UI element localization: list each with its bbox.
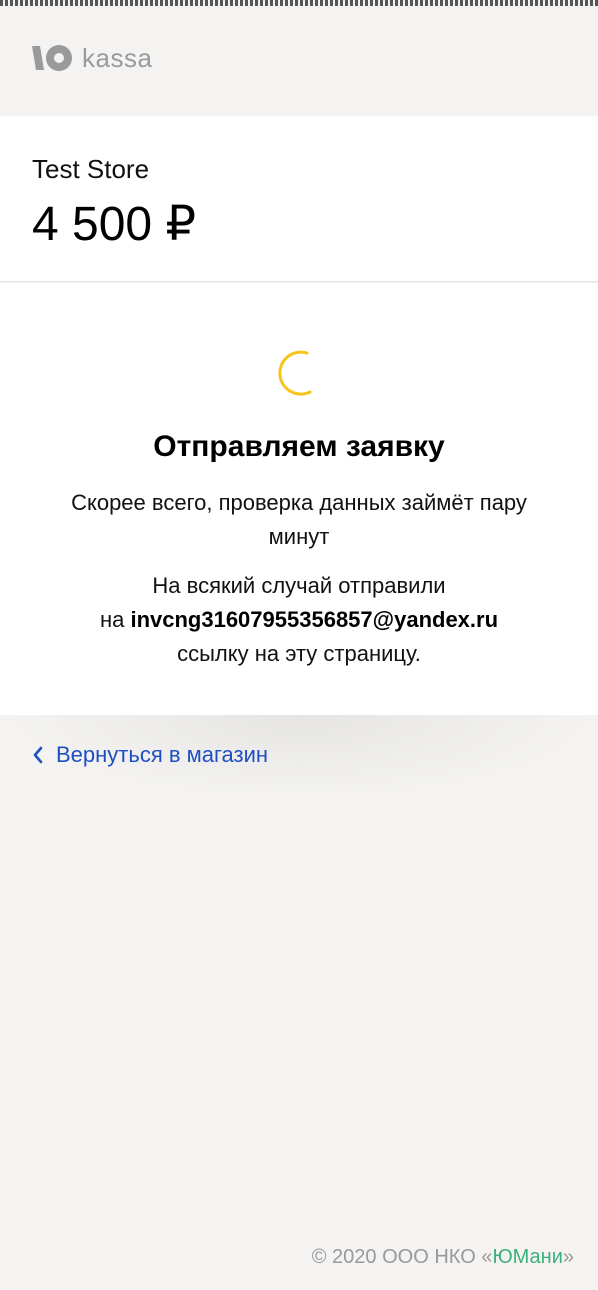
email-notice-line-1: На всякий случай отправили (152, 573, 446, 598)
footer-copyright: © 2020 ООО НКО «ЮМани» (312, 1246, 574, 1269)
logo: kassa (32, 42, 152, 74)
store-name: Test Store (32, 154, 150, 184)
back-to-store-label: Вернуться в магазин (56, 742, 269, 767)
email-notice-line-3: ссылку на эту страницу. (177, 641, 421, 666)
logo-text: kassa (82, 42, 153, 73)
payment-amount: 4 500 ₽ (32, 198, 196, 251)
panel-shadow (0, 715, 598, 835)
header: kassa (0, 6, 598, 116)
footer-brand-link[interactable]: ЮМани (492, 1246, 562, 1268)
email-notice: На всякий случай отправили на invcng3160… (40, 569, 558, 671)
email-address: invcng31607955356857@yandex.ru (130, 607, 499, 632)
footer-suffix: » (562, 1246, 574, 1268)
email-notice-line-2: на invcng31607955356857@yandex.ru (40, 603, 558, 637)
email-prefix: на (99, 607, 131, 632)
loading-spinner-icon (278, 350, 312, 396)
status-title: Отправляем заявку (153, 430, 445, 463)
back-to-store-link[interactable]: Вернуться в магазин (32, 742, 268, 768)
footer-prefix: © 2020 ООО НКО « (311, 1246, 493, 1268)
status-description: Скорее всего, проверка данных займёт пар… (71, 490, 527, 549)
yoomoney-logo-icon (32, 45, 72, 71)
chevron-left-icon (33, 746, 43, 764)
store-panel: Test Store 4 500 ₽ (0, 116, 598, 282)
